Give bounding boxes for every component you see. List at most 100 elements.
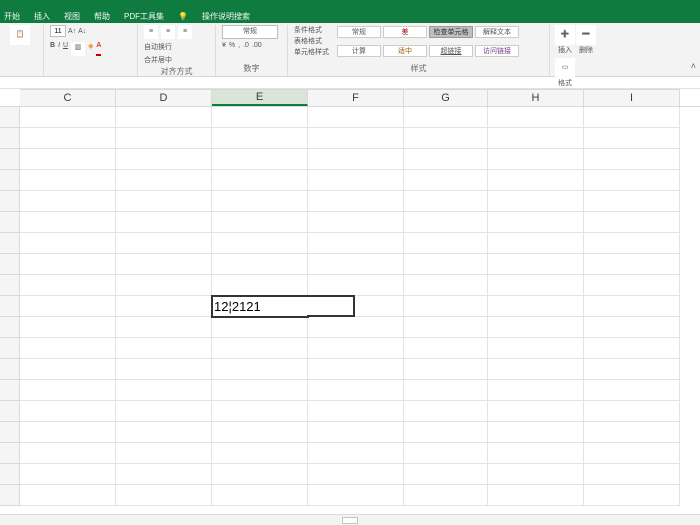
cell[interactable] — [20, 317, 116, 338]
cell[interactable] — [584, 296, 680, 317]
tab-home[interactable]: 开始 — [4, 11, 20, 22]
cell[interactable] — [116, 275, 212, 296]
cell[interactable] — [584, 422, 680, 443]
align-top-button[interactable]: ≡ — [144, 25, 158, 39]
cell[interactable] — [404, 317, 488, 338]
cell[interactable] — [488, 233, 584, 254]
font-size-input[interactable] — [50, 25, 66, 37]
cell[interactable] — [308, 464, 404, 485]
cell[interactable] — [488, 107, 584, 128]
row-header[interactable] — [0, 443, 20, 464]
cell[interactable] — [116, 359, 212, 380]
cell[interactable] — [308, 401, 404, 422]
row-header[interactable] — [0, 338, 20, 359]
cell[interactable] — [488, 422, 584, 443]
cell[interactable] — [212, 107, 308, 128]
cell[interactable] — [308, 380, 404, 401]
cell[interactable] — [20, 338, 116, 359]
increase-decimal-button[interactable]: .0 — [243, 42, 249, 49]
cell[interactable] — [404, 296, 488, 317]
cell[interactable] — [584, 443, 680, 464]
col-header-i[interactable]: I — [584, 89, 680, 106]
underline-button[interactable]: U — [63, 42, 68, 56]
cell[interactable] — [212, 359, 308, 380]
comma-button[interactable]: , — [238, 42, 240, 49]
cell[interactable] — [212, 149, 308, 170]
cell[interactable] — [212, 338, 308, 359]
border-button[interactable]: ▥ — [71, 42, 85, 56]
cell[interactable] — [20, 359, 116, 380]
cell[interactable] — [488, 380, 584, 401]
row-header[interactable] — [0, 170, 20, 191]
cell[interactable] — [212, 275, 308, 296]
cell[interactable] — [116, 485, 212, 506]
cell[interactable] — [20, 380, 116, 401]
cell[interactable] — [212, 317, 308, 338]
row-header[interactable] — [0, 359, 20, 380]
cell[interactable] — [584, 275, 680, 296]
cell[interactable] — [212, 191, 308, 212]
cell[interactable] — [488, 338, 584, 359]
cell[interactable] — [308, 170, 404, 191]
cell[interactable] — [584, 254, 680, 275]
max-button[interactable] — [666, 4, 676, 6]
style-followed[interactable]: 访问链接 — [475, 45, 519, 57]
cell[interactable] — [488, 401, 584, 422]
close-button[interactable] — [686, 4, 696, 6]
style-bad[interactable]: 差 — [383, 26, 427, 38]
cell[interactable] — [308, 212, 404, 233]
align-bot-button[interactable]: ≡ — [178, 25, 192, 39]
style-neutral[interactable]: 适中 — [383, 45, 427, 57]
cell[interactable] — [488, 317, 584, 338]
cell[interactable] — [20, 128, 116, 149]
align-mid-button[interactable]: ≡ — [161, 25, 175, 39]
cell[interactable] — [308, 128, 404, 149]
cell[interactable] — [488, 359, 584, 380]
cell[interactable] — [308, 191, 404, 212]
row-header[interactable] — [0, 380, 20, 401]
row-header[interactable] — [0, 317, 20, 338]
cell[interactable] — [308, 233, 404, 254]
cell[interactable] — [212, 485, 308, 506]
row-header[interactable] — [0, 296, 20, 317]
cell[interactable] — [404, 149, 488, 170]
cell[interactable] — [20, 191, 116, 212]
cell[interactable] — [488, 443, 584, 464]
cell[interactable] — [116, 149, 212, 170]
col-header-e[interactable]: E — [212, 89, 308, 106]
cell[interactable] — [116, 296, 212, 317]
cell[interactable] — [116, 170, 212, 191]
style-link[interactable]: 超链接 — [429, 45, 473, 57]
cell-grid[interactable] — [0, 107, 700, 506]
cell[interactable] — [116, 443, 212, 464]
row-header[interactable] — [0, 107, 20, 128]
cell[interactable] — [212, 170, 308, 191]
cell[interactable] — [404, 128, 488, 149]
cell[interactable] — [20, 107, 116, 128]
cell[interactable] — [404, 485, 488, 506]
cell[interactable] — [116, 128, 212, 149]
cell[interactable] — [20, 212, 116, 233]
cell[interactable] — [404, 191, 488, 212]
row-header[interactable] — [0, 149, 20, 170]
cell[interactable] — [212, 422, 308, 443]
style-note[interactable]: 解释文本 — [475, 26, 519, 38]
cell[interactable] — [404, 233, 488, 254]
cell[interactable] — [488, 170, 584, 191]
insert-icon[interactable]: ➕ — [555, 25, 575, 45]
cell[interactable] — [20, 443, 116, 464]
cell[interactable] — [404, 254, 488, 275]
cell[interactable] — [488, 191, 584, 212]
cell[interactable] — [20, 464, 116, 485]
cell[interactable] — [116, 107, 212, 128]
tab-pdf[interactable]: PDF工具集 — [124, 11, 164, 22]
cell[interactable] — [20, 296, 116, 317]
format-icon[interactable]: ▭ — [555, 58, 575, 78]
cell[interactable] — [584, 401, 680, 422]
tab-insert[interactable]: 插入 — [34, 11, 50, 22]
cell[interactable] — [212, 443, 308, 464]
cell[interactable] — [584, 359, 680, 380]
row-header[interactable] — [0, 422, 20, 443]
font-color-button[interactable]: A — [96, 42, 101, 56]
cell[interactable] — [404, 380, 488, 401]
